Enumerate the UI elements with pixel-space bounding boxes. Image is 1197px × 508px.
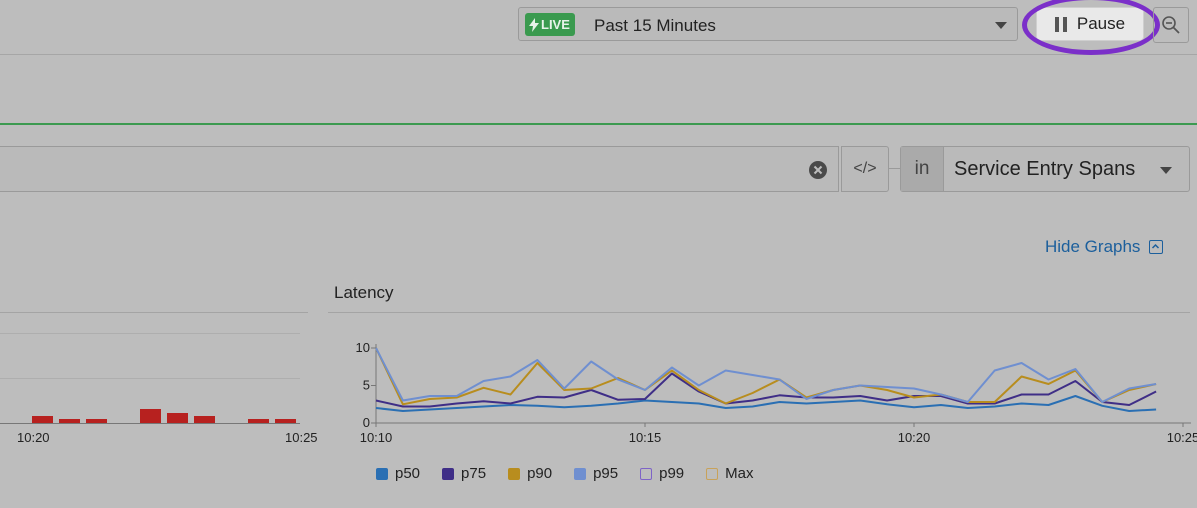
legend-swatch xyxy=(508,467,521,480)
x-tick-label: 10:10 xyxy=(360,430,393,445)
legend-swatch xyxy=(640,467,653,480)
legend-swatch xyxy=(376,467,388,480)
legend-swatch xyxy=(706,467,719,480)
legend-item[interactable]: p90 xyxy=(508,465,552,482)
latency-chart: 0 5 10 10:10 10:15 10:20 10:25 xyxy=(356,340,1197,445)
legend-item[interactable]: p95 xyxy=(574,465,618,482)
y-tick-label: 10 xyxy=(356,340,370,355)
series-line-p90 xyxy=(375,347,1157,406)
legend-label: p95 xyxy=(593,465,619,482)
legend-label: p75 xyxy=(461,465,487,482)
chart-legend: p50 p75 p90 p95 p99 Max xyxy=(376,465,754,482)
legend-swatch xyxy=(442,467,455,480)
legend-item[interactable]: p50 xyxy=(376,465,420,482)
legend-item[interactable]: Max xyxy=(706,465,754,482)
x-tick-label: 10:20 xyxy=(898,430,931,445)
x-tick-label: 10:25 xyxy=(1167,430,1197,445)
legend-item[interactable]: p99 xyxy=(640,465,684,482)
legend-label: Max xyxy=(725,465,754,482)
legend-swatch xyxy=(574,467,587,480)
y-tick-label: 5 xyxy=(363,378,370,393)
legend-label: p50 xyxy=(395,465,421,482)
x-tick-label: 10:15 xyxy=(629,430,662,445)
y-tick-label: 0 xyxy=(363,415,370,430)
legend-label: p99 xyxy=(659,465,685,482)
legend-label: p90 xyxy=(527,465,553,482)
legend-item[interactable]: p75 xyxy=(442,465,486,482)
